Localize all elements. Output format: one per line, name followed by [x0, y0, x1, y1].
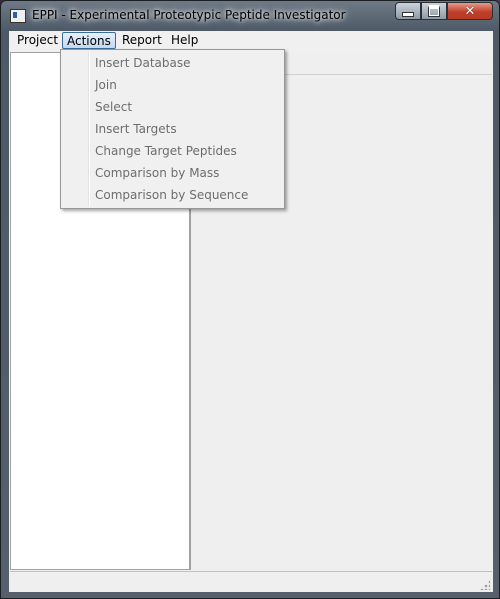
maximize-button[interactable]	[421, 2, 447, 20]
menu-item-select[interactable]: Select	[95, 97, 132, 117]
menu-actions[interactable]: Actions	[62, 32, 116, 49]
minimize-icon	[402, 11, 414, 17]
window-title: EPPI - Experimental Proteotypic Peptide …	[32, 8, 346, 22]
close-icon: ✕	[464, 3, 476, 19]
menu-help[interactable]: Help	[167, 32, 202, 49]
status-bar	[10, 571, 492, 592]
resize-grip-icon[interactable]	[480, 580, 490, 590]
menu-report[interactable]: Report	[118, 32, 166, 49]
minimize-button[interactable]	[395, 2, 421, 20]
caption-buttons: ✕	[395, 2, 493, 21]
menu-project[interactable]: Project	[13, 32, 62, 49]
menu-item-insert-database[interactable]: Insert Database	[95, 53, 191, 73]
maximize-icon	[428, 5, 440, 17]
close-button[interactable]: ✕	[447, 2, 493, 20]
menu-item-join[interactable]: Join	[95, 75, 117, 95]
menu-item-comparison-by-mass[interactable]: Comparison by Mass	[95, 163, 219, 183]
actions-dropdown-menu: Insert Database Join Select Insert Targe…	[60, 49, 285, 209]
title-bar[interactable]: EPPI - Experimental Proteotypic Peptide …	[1, 1, 499, 31]
menu-icon-gutter	[88, 52, 90, 206]
menu-item-insert-targets[interactable]: Insert Targets	[95, 119, 177, 139]
menu-item-comparison-by-sequence[interactable]: Comparison by Sequence	[95, 185, 248, 205]
app-icon[interactable]	[10, 9, 26, 23]
menu-item-change-target-peptides[interactable]: Change Target Peptides	[95, 141, 237, 161]
menu-bar: Project Actions Report Help	[9, 31, 493, 51]
